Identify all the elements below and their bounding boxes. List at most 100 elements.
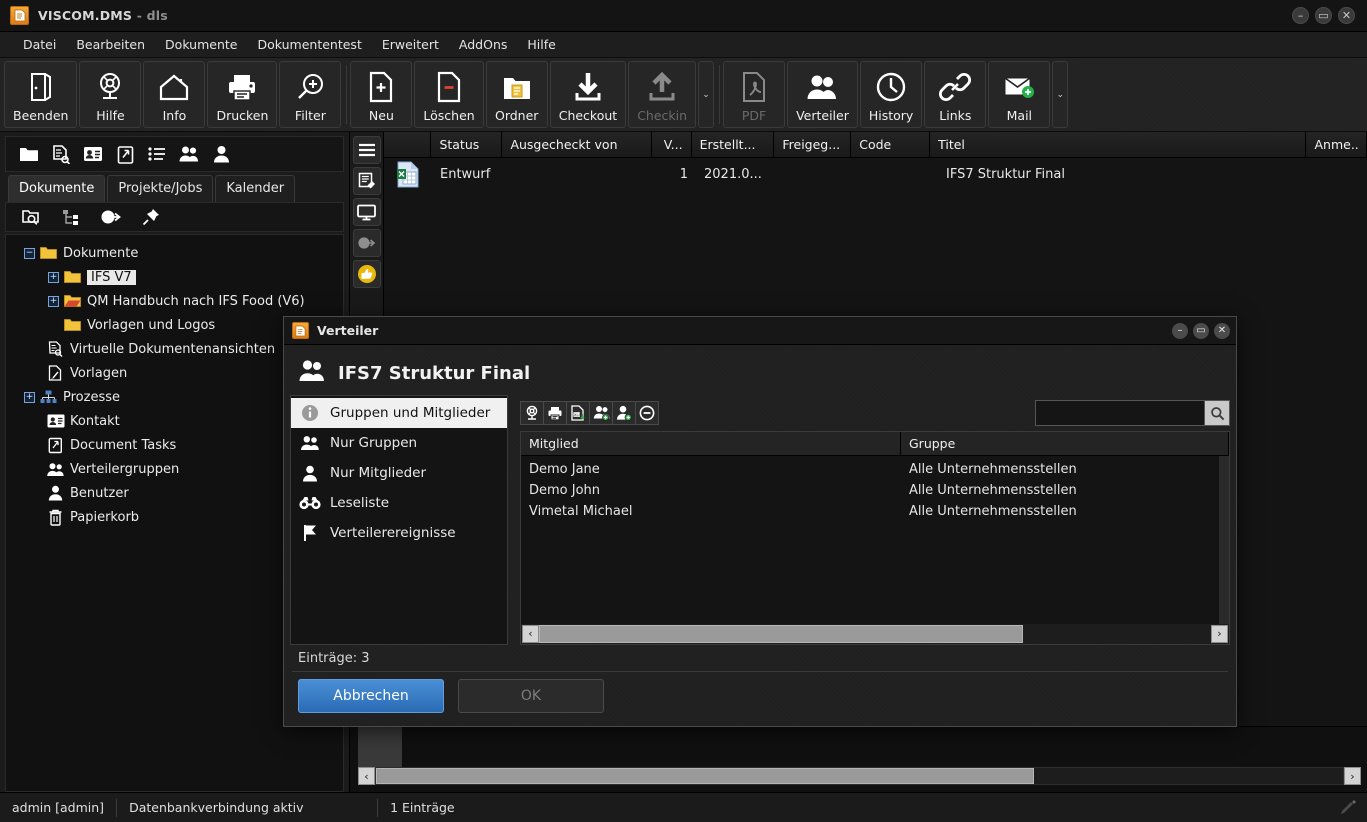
menu-lines-icon[interactable] xyxy=(352,136,381,164)
members-table-vscrollbar[interactable] xyxy=(1219,456,1229,624)
document-search-icon[interactable] xyxy=(48,141,74,167)
export-xls-icon[interactable]: XLS xyxy=(566,401,590,425)
hscroll-track[interactable] xyxy=(539,624,1211,643)
thumbs-up-icon[interactable] xyxy=(352,260,381,288)
menu-dokumente[interactable]: Dokumente xyxy=(156,34,246,55)
toolbar-hilfe-button[interactable]: Hilfe xyxy=(79,61,142,128)
nav-item-nur-gruppen[interactable]: Nur Gruppen xyxy=(291,428,507,458)
dialog-minimize-button[interactable]: – xyxy=(1172,322,1188,339)
col-header-titel[interactable]: Titel xyxy=(930,132,1307,157)
toolbar-history-button[interactable]: History xyxy=(859,61,923,128)
tree-node-ifs-v7[interactable]: + IFS V7 xyxy=(6,265,343,289)
search-input[interactable] xyxy=(1036,405,1204,421)
search-icon[interactable] xyxy=(1204,401,1229,425)
table-row[interactable]: Demo Jane Alle Unternehmensstellen xyxy=(521,459,1229,480)
scroll-left-button[interactable]: ‹ xyxy=(522,624,539,643)
contact-card-icon[interactable] xyxy=(80,141,106,167)
nav-item-nur-mitglieder[interactable]: Nur Mitglieder xyxy=(291,458,507,488)
tree-node-qm-handbuch[interactable]: + QM Handbuch nach IFS Food (V6) xyxy=(6,289,343,313)
status-entries: 1 Einträge xyxy=(390,800,455,815)
user-icon[interactable] xyxy=(208,141,234,167)
add-member-icon[interactable] xyxy=(612,401,636,425)
mail-dropdown-caret[interactable]: ⌄ xyxy=(1052,61,1069,128)
minimize-button[interactable]: – xyxy=(1292,7,1309,24)
tree-toggle[interactable]: + xyxy=(48,295,59,307)
tree-node-dokumente[interactable]: − Dokumente xyxy=(6,241,343,265)
col-header-icon[interactable] xyxy=(384,132,432,157)
toolbar-links-button[interactable]: Links xyxy=(924,61,987,128)
col-header-version[interactable]: V... xyxy=(652,132,692,157)
col-header-status[interactable]: Status xyxy=(431,132,503,157)
col-header-freigegeben[interactable]: Freigeg... xyxy=(774,132,852,157)
cancel-button[interactable]: Abbrechen xyxy=(298,679,444,713)
maximize-button[interactable]: ▭ xyxy=(1315,7,1332,24)
menu-bearbeiten[interactable]: Bearbeiten xyxy=(67,34,154,55)
users-icon[interactable] xyxy=(176,141,202,167)
pin-icon[interactable] xyxy=(138,204,164,230)
toolbar-mail-button[interactable]: Mail xyxy=(988,61,1051,128)
menu-hilfe[interactable]: Hilfe xyxy=(518,34,564,55)
nav-item-gruppen-und-mitglieder[interactable]: Gruppen und Mitglieder xyxy=(291,398,507,428)
toolbar-pdf-button[interactable]: PDF xyxy=(723,61,786,128)
add-group-icon[interactable] xyxy=(589,401,613,425)
menu-addons[interactable]: AddOns xyxy=(450,34,516,55)
dialog-close-button[interactable]: ✕ xyxy=(1214,322,1230,339)
menu-erweitert[interactable]: Erweitert xyxy=(373,34,448,55)
col-header-ausgecheckt-von[interactable]: Ausgecheckt von xyxy=(502,132,652,157)
col-header-gruppe[interactable]: Gruppe xyxy=(901,432,1229,455)
toolbar-checkout-button[interactable]: Checkout xyxy=(549,61,627,128)
printer-icon[interactable] xyxy=(543,401,567,425)
monitor-icon[interactable] xyxy=(352,198,381,226)
hscroll-track[interactable] xyxy=(375,767,1344,785)
nav-item-leseliste[interactable]: Leseliste xyxy=(291,488,507,518)
folder-icon[interactable] xyxy=(16,141,42,167)
table-row[interactable]: Entwurf 1 2021.0... IFS7 Struktur Final xyxy=(384,158,1367,190)
toolbar-ordner-button[interactable]: Ordner xyxy=(485,61,548,128)
toolbar-filter-button[interactable]: Filter xyxy=(279,61,342,128)
col-header-anmerkung[interactable]: Anme.. xyxy=(1306,132,1367,157)
go-to-icon[interactable] xyxy=(352,229,381,257)
lifebuoy-icon[interactable] xyxy=(520,401,544,425)
hscroll-thumb[interactable] xyxy=(376,768,1034,784)
tree-structure-icon[interactable] xyxy=(58,204,84,230)
toolbar-neu-button[interactable]: Neu xyxy=(350,61,413,128)
checkin-dropdown-caret[interactable]: ⌄ xyxy=(698,61,715,128)
remove-icon[interactable] xyxy=(635,401,659,425)
member-search-box[interactable] xyxy=(1035,400,1230,426)
ok-button[interactable]: OK xyxy=(458,679,604,713)
nav-item-verteilerereignisse[interactable]: Verteilerereignisse xyxy=(291,518,507,548)
list-icon[interactable] xyxy=(144,141,170,167)
close-button[interactable]: ✕ xyxy=(1338,7,1355,24)
col-header-erstellt[interactable]: Erstellt... xyxy=(691,132,775,157)
col-header-code[interactable]: Code xyxy=(851,132,931,157)
hscroll-thumb[interactable] xyxy=(539,624,1023,643)
menu-dokumententest[interactable]: Dokumententest xyxy=(248,34,370,55)
toolbar-beenden-button[interactable]: Beenden xyxy=(4,61,78,128)
col-header-mitglied[interactable]: Mitglied xyxy=(521,432,901,455)
toolbar-verteiler-button[interactable]: Verteiler xyxy=(787,61,858,128)
task-clipboard-icon[interactable] xyxy=(112,141,138,167)
tree-toggle xyxy=(31,440,42,451)
tree-toggle[interactable]: − xyxy=(24,247,35,259)
go-to-icon[interactable] xyxy=(98,204,124,230)
scroll-right-button[interactable]: › xyxy=(1211,624,1228,643)
tree-toggle[interactable]: + xyxy=(48,271,59,283)
toolbar-checkin-button[interactable]: Checkin xyxy=(628,61,697,128)
toolbar-drucken-button[interactable]: Drucken xyxy=(207,61,278,128)
tree-toggle[interactable]: + xyxy=(24,391,35,403)
edit-document-icon[interactable] xyxy=(352,167,381,195)
scroll-left-button[interactable]: ‹ xyxy=(358,767,375,785)
tab-kalender[interactable]: Kalender xyxy=(215,175,296,202)
members-table-hscrollbar[interactable]: ‹ › xyxy=(521,624,1229,644)
table-row[interactable]: Demo John Alle Unternehmensstellen xyxy=(521,480,1229,501)
tab-projekte-jobs[interactable]: Projekte/Jobs xyxy=(107,175,214,202)
dialog-maximize-button[interactable]: ▭ xyxy=(1193,322,1209,339)
document-grid-hscrollbar[interactable]: ‹ › xyxy=(358,766,1361,786)
toolbar-loeschen-button[interactable]: Löschen xyxy=(414,61,484,128)
menu-datei[interactable]: Datei xyxy=(14,34,65,55)
folder-search-icon[interactable] xyxy=(18,204,44,230)
toolbar-info-button[interactable]: Info xyxy=(143,61,206,128)
tab-dokumente[interactable]: Dokumente xyxy=(8,175,106,202)
scroll-right-button[interactable]: › xyxy=(1344,767,1361,785)
table-row[interactable]: Vimetal Michael Alle Unternehmensstellen xyxy=(521,501,1229,522)
